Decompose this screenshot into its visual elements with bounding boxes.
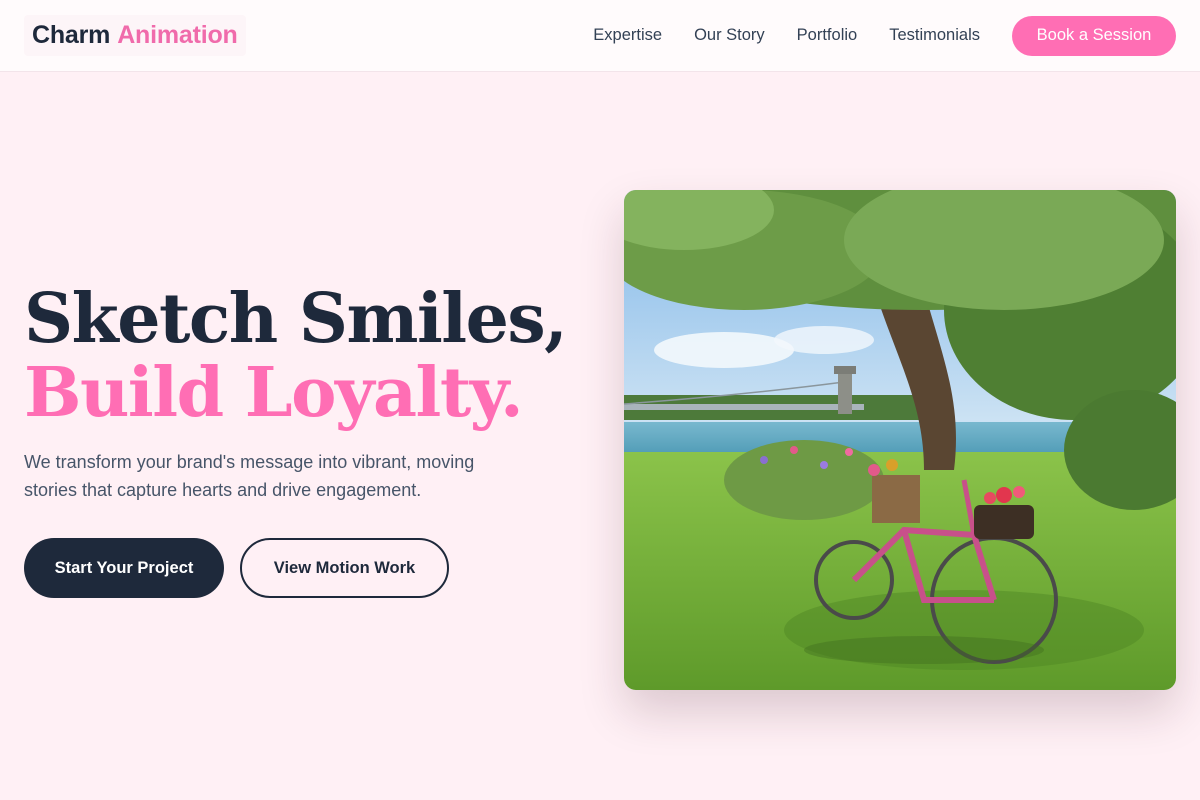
view-motion-work-button[interactable]: View Motion Work (240, 538, 449, 598)
nav-link-portfolio[interactable]: Portfolio (797, 26, 858, 45)
brand-name-part2: Animation (117, 21, 238, 49)
hero-headline-line1: Sketch Smiles, (24, 279, 568, 359)
hero-image (624, 190, 1176, 690)
nav-link-expertise[interactable]: Expertise (593, 26, 662, 45)
start-project-button[interactable]: Start Your Project (24, 538, 224, 598)
main-nav: Expertise Our Story Portfolio Testimonia… (593, 15, 1176, 56)
book-session-button[interactable]: Book a Session (1012, 15, 1176, 56)
nav-link-testimonials[interactable]: Testimonials (889, 26, 980, 45)
site-header: Charm Animation Expertise Our Story Port… (0, 0, 1200, 72)
brand-name-part1: Charm (32, 21, 111, 49)
hero-headline: Sketch Smiles, Build Loyalty. (24, 279, 568, 433)
nav-link-our-story[interactable]: Our Story (694, 26, 765, 45)
hero-subtext: We transform your brand's message into v… (24, 452, 475, 500)
hero-actions: Start Your Project View Motion Work (24, 538, 449, 598)
brand-logo[interactable]: Charm Animation (24, 15, 246, 56)
hero-headline-line2: Build Loyalty. (24, 353, 524, 433)
hero-text: Sketch Smiles, Build Loyalty. We transfo… (24, 279, 568, 504)
